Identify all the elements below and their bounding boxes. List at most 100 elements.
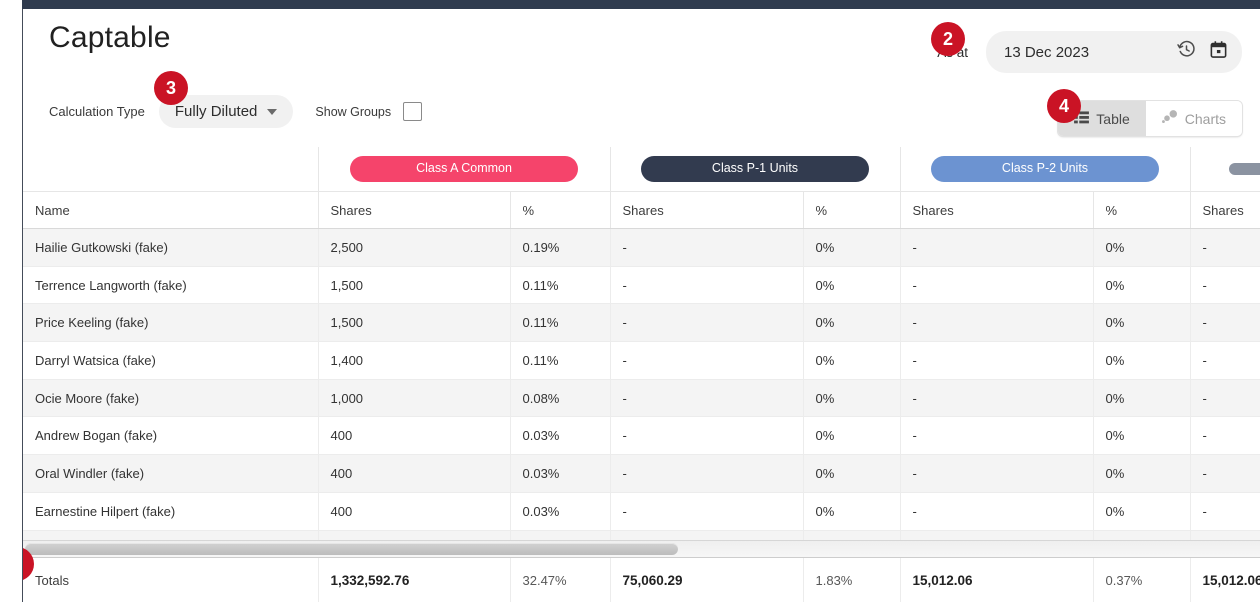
left-rail — [0, 0, 22, 602]
step-badge-3: 3 — [154, 71, 188, 105]
cell-p1-shares: - — [610, 379, 803, 417]
cell-p1-percent: 0% — [803, 342, 900, 380]
captable-page: Captable Calculation Type Fully Diluted … — [23, 9, 1260, 602]
table-row[interactable]: Hailie Gutkowski (fake) 2,500 0.19% - 0%… — [23, 229, 1260, 267]
horizontal-scrollbar-thumb[interactable] — [25, 543, 678, 555]
cell-p1-shares: - — [610, 455, 803, 493]
share-class-pill-class-p1: Class P-1 Units — [641, 156, 869, 182]
cell-a-percent: 0.03% — [510, 455, 610, 493]
table-row[interactable]: Ocie Moore (fake) 1,000 0.08% - 0% - 0% … — [23, 379, 1260, 417]
column-header-a-percent[interactable]: % — [510, 192, 610, 229]
cell-a-shares: 1,400 — [318, 342, 510, 380]
column-header-p2-percent[interactable]: % — [1093, 192, 1190, 229]
totals-a-percent: 32.47% — [510, 558, 610, 602]
cell-name: Ocie Moore (fake) — [23, 379, 318, 417]
as-at-date-field[interactable]: 13 Dec 2023 — [986, 31, 1242, 73]
column-header-p1-percent[interactable]: % — [803, 192, 900, 229]
share-class-header-class-p2[interactable]: Class P-2 Units — [900, 147, 1190, 192]
table-row[interactable]: Oral Windler (fake) 400 0.03% - 0% - 0% … — [23, 455, 1260, 493]
cell-name: Price Keeling (fake) — [23, 304, 318, 342]
show-groups-label: Show Groups — [315, 105, 391, 119]
cell-name: Darryl Watsica (fake) — [23, 342, 318, 380]
cell-next-shares: - — [1190, 417, 1260, 455]
table-row[interactable]: Price Keeling (fake) 1,500 0.11% - 0% - … — [23, 304, 1260, 342]
cell-a-shares: 1,500 — [318, 304, 510, 342]
cell-name: Earnestine Hilpert (fake) — [23, 492, 318, 530]
cell-next-shares: - — [1190, 266, 1260, 304]
totals-label: Totals — [23, 558, 318, 602]
cell-p1-shares: - — [610, 266, 803, 304]
show-groups-checkbox[interactable] — [403, 102, 422, 121]
column-header-name[interactable]: Name — [23, 192, 318, 229]
cell-a-percent: 0.08% — [510, 379, 610, 417]
totals-row-bar: Totals 1,332,592.76 32.47% 75,060.29 1.8… — [23, 557, 1260, 602]
share-class-header-class-next[interactable] — [1190, 147, 1260, 192]
cell-p2-shares: - — [900, 304, 1093, 342]
totals-row: Totals 1,332,592.76 32.47% 75,060.29 1.8… — [23, 558, 1260, 602]
cell-p2-shares: - — [900, 229, 1093, 267]
share-class-header-row: Class A Common Class P-1 Units Class P-2… — [23, 147, 1260, 192]
cell-a-percent: 0.11% — [510, 304, 610, 342]
page-title: Captable — [49, 21, 171, 55]
cell-p1-shares: - — [610, 342, 803, 380]
horizontal-scrollbar[interactable] — [23, 540, 1260, 558]
cell-p2-shares: - — [900, 455, 1093, 493]
cell-a-shares: 1,000 — [318, 379, 510, 417]
step-badge-2: 2 — [931, 22, 965, 56]
tab-table-label: Table — [1096, 111, 1129, 127]
captable-table-scroll-area[interactable]: Class A Common Class P-1 Units Class P-2… — [23, 147, 1260, 602]
cell-name: Hailie Gutkowski (fake) — [23, 229, 318, 267]
cell-next-shares: - — [1190, 492, 1260, 530]
captable-table: Class A Common Class P-1 Units Class P-2… — [23, 147, 1260, 568]
totals-p1-percent: 1.83% — [803, 558, 900, 602]
cell-p1-percent: 0% — [803, 229, 900, 267]
share-class-pill-class-next — [1229, 163, 1260, 175]
column-header-p1-shares[interactable]: Shares — [610, 192, 803, 229]
totals-p2-shares: 15,012.06 — [900, 558, 1093, 602]
cell-p2-shares: - — [900, 417, 1093, 455]
share-class-header-class-p1[interactable]: Class P-1 Units — [610, 147, 900, 192]
step-badge-4: 4 — [1047, 89, 1081, 123]
cell-p1-percent: 0% — [803, 266, 900, 304]
cell-p2-percent: 0% — [1093, 379, 1190, 417]
calculation-type-value: Fully Diluted — [175, 103, 258, 120]
table-row[interactable]: Darryl Watsica (fake) 1,400 0.11% - 0% -… — [23, 342, 1260, 380]
page-header: Captable Calculation Type Fully Diluted … — [23, 9, 1260, 147]
view-toggle-group: Table Charts — [1058, 101, 1242, 136]
cell-p1-percent: 0% — [803, 304, 900, 342]
table-row[interactable]: Terrence Langworth (fake) 1,500 0.11% - … — [23, 266, 1260, 304]
cell-name: Andrew Bogan (fake) — [23, 417, 318, 455]
cell-p1-shares: - — [610, 229, 803, 267]
captable-table-body: Hailie Gutkowski (fake) 2,500 0.19% - 0%… — [23, 229, 1260, 568]
table-row[interactable]: Earnestine Hilpert (fake) 400 0.03% - 0%… — [23, 492, 1260, 530]
totals-a-shares: 1,332,592.76 — [318, 558, 510, 602]
cell-p1-percent: 0% — [803, 455, 900, 493]
column-header-p2-shares[interactable]: Shares — [900, 192, 1093, 229]
cell-next-shares: - — [1190, 379, 1260, 417]
cell-p2-percent: 0% — [1093, 417, 1190, 455]
cell-a-percent: 0.03% — [510, 492, 610, 530]
chevron-down-icon — [267, 109, 277, 115]
tab-charts-label: Charts — [1185, 111, 1226, 127]
share-class-header-class-a[interactable]: Class A Common — [318, 147, 610, 192]
as-at-row: As at 13 Dec 2023 — [937, 31, 1242, 73]
calculation-type-label: Calculation Type — [49, 104, 145, 119]
cell-p2-percent: 0% — [1093, 455, 1190, 493]
cell-p2-shares: - — [900, 266, 1093, 304]
share-class-blank-cell — [23, 147, 318, 192]
cell-next-shares: - — [1190, 455, 1260, 493]
calendar-icon[interactable] — [1209, 40, 1228, 64]
tab-charts[interactable]: Charts — [1146, 101, 1242, 136]
cell-p1-percent: 0% — [803, 417, 900, 455]
cell-name: Terrence Langworth (fake) — [23, 266, 318, 304]
cell-p2-percent: 0% — [1093, 266, 1190, 304]
column-header-a-shares[interactable]: Shares — [318, 192, 510, 229]
cell-p2-percent: 0% — [1093, 229, 1190, 267]
cell-p2-percent: 0% — [1093, 304, 1190, 342]
cell-next-shares: - — [1190, 342, 1260, 380]
table-row[interactable]: Andrew Bogan (fake) 400 0.03% - 0% - 0% … — [23, 417, 1260, 455]
totals-p1-shares: 75,060.29 — [610, 558, 803, 602]
column-header-next-shares[interactable]: Shares — [1190, 192, 1260, 229]
history-clock-icon[interactable] — [1177, 40, 1196, 64]
share-class-pill-class-a: Class A Common — [350, 156, 578, 182]
